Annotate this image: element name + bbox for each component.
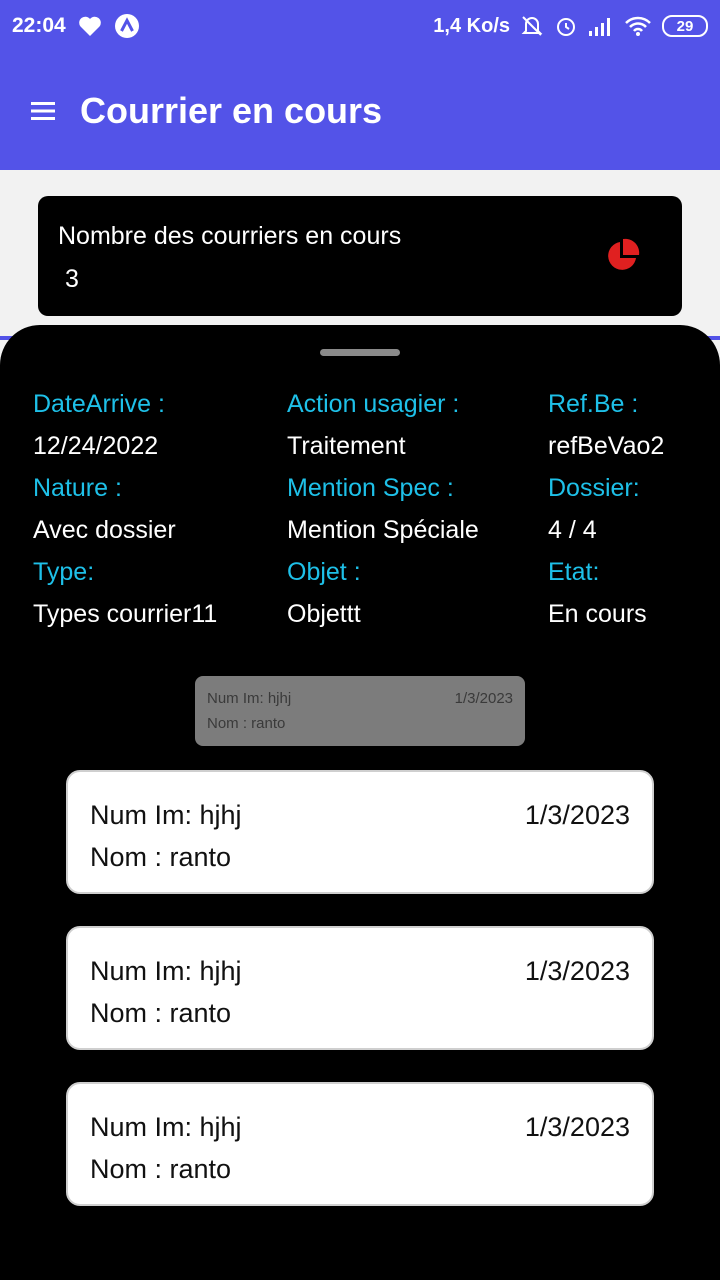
count-card: Nombre des courriers en cours 3 [38, 196, 682, 316]
ref-be-label: Ref.Be : [548, 390, 639, 418]
list-item-row: Nom : ranto [90, 836, 630, 878]
details-column-2: Action usagier : Traitement Mention Spec… [287, 383, 479, 635]
details-column-3: Ref.Be : refBeVao2 Dossier: 4 / 4 Etat: … [548, 383, 664, 635]
ref-be-value: refBeVao2 [548, 432, 665, 460]
battery-level: 29 [676, 17, 694, 35]
item-date: 1/3/2023 [524, 956, 630, 986]
list-item-row: Nom : ranto [90, 992, 630, 1034]
item-nom: Nom : ranto [90, 842, 232, 872]
status-time: 22:04 [12, 14, 66, 37]
details-column-1: DateArrive : 12/24/2022 Nature : Avec do… [33, 383, 217, 635]
item-date: 1/3/2023 [524, 1112, 630, 1142]
mention-spec-value: Mention Spéciale [287, 516, 479, 544]
screen: 22:04 1,4 Ko/s 29 Courrier en cours Nomb… [0, 0, 720, 1280]
nature-label: Nature : [33, 474, 122, 502]
action-usagier-label: Action usagier : [287, 390, 460, 418]
item-num: Num Im: hjhj [90, 1112, 242, 1142]
list-item[interactable]: Num Im: hjhj 1/3/2023 Nom : ranto [66, 1082, 654, 1206]
dossier-value: 4 / 4 [548, 516, 597, 544]
etat-value: En cours [548, 600, 647, 628]
type-label: Type: [33, 558, 95, 586]
hamburger-menu-icon [31, 102, 55, 120]
item-nom: Nom : ranto [90, 998, 232, 1028]
date-arrive-label: DateArrive : [33, 390, 165, 418]
wifi-icon [624, 15, 652, 37]
status-bar: 22:04 1,4 Ko/s 29 [0, 0, 720, 52]
alarm-icon [554, 14, 578, 38]
list-item-row: Num Im: hjhj 1/3/2023 [90, 950, 630, 992]
ghost-nom: Nom : ranto [207, 715, 286, 732]
type-value: Types courrier11 [33, 600, 218, 628]
action-usagier-value: Traitement [287, 432, 406, 460]
item-date: 1/3/2023 [524, 800, 630, 830]
ghost-card-row: Num Im: hjhj 1/3/2023 [207, 686, 513, 711]
battery-icon: 29 [662, 15, 708, 37]
dragging-item-card[interactable]: Num Im: hjhj 1/3/2023 Nom : ranto [195, 676, 525, 746]
app-bar: Courrier en cours [0, 52, 720, 170]
list-item-row: Num Im: hjhj 1/3/2023 [90, 1106, 630, 1148]
pie-chart-button[interactable] [604, 238, 640, 279]
menu-button[interactable] [0, 52, 88, 170]
signal-icon [588, 15, 614, 37]
mention-spec-label: Mention Spec : [287, 474, 454, 502]
dossier-label: Dossier: [548, 474, 640, 502]
bottom-sheet: DateArrive : 12/24/2022 Nature : Avec do… [0, 325, 720, 1280]
list-item[interactable]: Num Im: hjhj 1/3/2023 Nom : ranto [66, 926, 654, 1050]
page-title: Courrier en cours [80, 90, 383, 131]
count-value: 3 [65, 265, 79, 293]
item-num: Num Im: hjhj [90, 956, 242, 986]
drag-handle[interactable] [320, 349, 400, 356]
ghost-date: 1/3/2023 [454, 690, 513, 707]
date-arrive-value: 12/24/2022 [33, 432, 159, 460]
nature-value: Avec dossier [33, 516, 176, 544]
item-num: Num Im: hjhj [90, 800, 242, 830]
status-bar-left: 22:04 [12, 13, 140, 39]
pie-chart-icon [608, 238, 640, 270]
network-speed: 1,4 Ko/s [433, 14, 510, 37]
ghost-num: Num Im: hjhj [207, 690, 292, 707]
heart-icon [78, 15, 102, 37]
details-grid: DateArrive : 12/24/2022 Nature : Avec do… [0, 383, 720, 643]
mute-icon [520, 14, 544, 38]
etat-label: Etat: [548, 558, 600, 586]
app-icon [114, 13, 140, 39]
status-bar-right: 1,4 Ko/s 29 [433, 14, 708, 38]
list-item-row: Nom : ranto [90, 1148, 630, 1190]
list-item[interactable]: Num Im: hjhj 1/3/2023 Nom : ranto [66, 770, 654, 894]
list-item-row: Num Im: hjhj 1/3/2023 [90, 794, 630, 836]
objet-label: Objet : [287, 558, 361, 586]
count-label: Nombre des courriers en cours [58, 222, 402, 250]
item-nom: Nom : ranto [90, 1154, 232, 1184]
objet-value: Objettt [287, 600, 361, 628]
ghost-card-row: Nom : ranto [207, 711, 513, 736]
